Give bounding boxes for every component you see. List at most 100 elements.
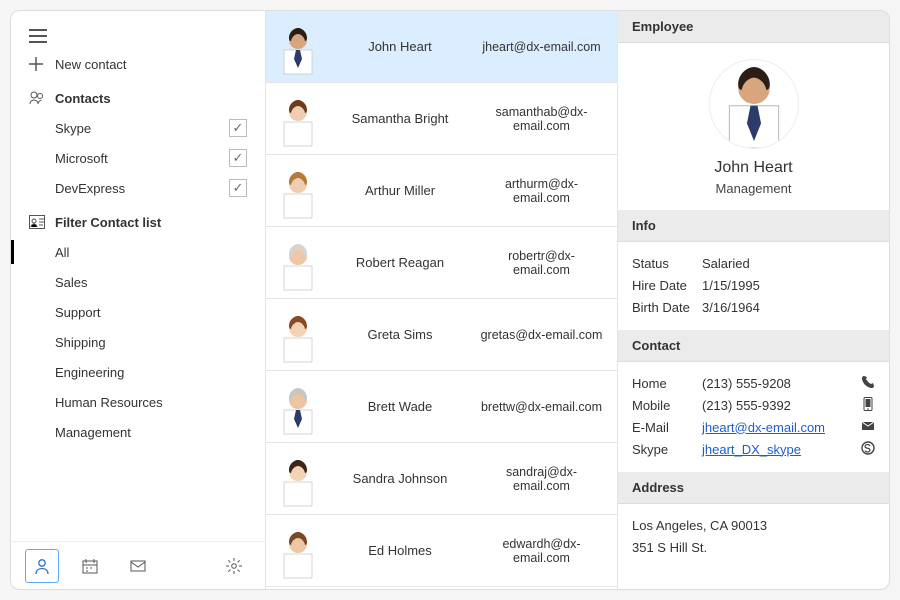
employee-hero: John Heart Management [618, 43, 889, 210]
calendar-icon [81, 557, 99, 575]
sidebar: New contact Contacts Skype✓Microsoft✓Dev… [11, 11, 266, 589]
skype-icon[interactable] [853, 441, 875, 458]
info-block: StatusSalaried Hire Date1/15/1995 Birth … [618, 242, 889, 330]
filter-label: Shipping [55, 335, 247, 350]
footer-settings-button[interactable] [217, 549, 251, 583]
phone-icon[interactable] [853, 375, 875, 392]
filter-label: Sales [55, 275, 247, 290]
app-frame: New contact Contacts Skype✓Microsoft✓Dev… [10, 10, 890, 590]
people-icon [29, 91, 55, 105]
sidebar-footer [11, 541, 265, 589]
address-section-header: Address [618, 472, 889, 504]
contact-avatar [276, 88, 320, 150]
contact-avatar [276, 160, 320, 222]
hire-date-value: 1/15/1995 [702, 278, 875, 293]
contact-avatar [276, 376, 320, 438]
contact-email: brettw@dx-email.com [480, 400, 607, 414]
filter-shipping[interactable]: Shipping [11, 327, 265, 357]
contact-row[interactable]: Robert Reaganrobertr@dx-email.com [266, 227, 617, 299]
info-section-header: Info [618, 210, 889, 242]
address-line1: Los Angeles, CA 90013 [632, 518, 875, 533]
contact-row[interactable]: Greta Simsgretas@dx-email.com [266, 299, 617, 371]
footer-contacts-button[interactable] [25, 549, 59, 583]
filter-engineering[interactable]: Engineering [11, 357, 265, 387]
home-value: (213) 555-9208 [702, 376, 853, 391]
filter-label: Engineering [55, 365, 247, 380]
mail-icon [129, 557, 147, 575]
filter-management[interactable]: Management [11, 417, 265, 447]
contact-email: sandraj@dx-email.com [480, 465, 607, 493]
contact-list: John Heartjheart@dx-email.comSamantha Br… [266, 11, 618, 589]
address-line2: 351 S Hill St. [632, 540, 875, 555]
home-label: Home [632, 376, 702, 391]
contact-section-header: Contact [618, 330, 889, 362]
id-card-icon [29, 215, 55, 229]
contact-block: Home (213) 555-9208 Mobile (213) 555-939… [618, 362, 889, 472]
filter-sales[interactable]: Sales [11, 267, 265, 297]
contacts-header[interactable]: Contacts [11, 83, 265, 113]
contact-email: jheart@dx-email.com [480, 40, 607, 54]
person-icon [33, 557, 51, 575]
plus-icon [29, 57, 55, 71]
envelope-icon[interactable] [853, 419, 875, 436]
contact-email: arthurm@dx-email.com [480, 177, 607, 205]
checkbox-icon[interactable]: ✓ [229, 179, 247, 197]
contact-name: Samantha Bright [320, 111, 480, 126]
sidebar-group-devexpress[interactable]: DevExpress✓ [11, 173, 265, 203]
contacts-header-label: Contacts [55, 91, 247, 106]
sidebar-group-skype[interactable]: Skype✓ [11, 113, 265, 143]
filter-header-label: Filter Contact list [55, 215, 247, 230]
mobile-icon[interactable] [853, 397, 875, 414]
contact-row[interactable]: Sandra Johnsonsandraj@dx-email.com [266, 443, 617, 515]
contact-avatar [276, 16, 320, 78]
sidebar-group-label: DevExpress [55, 181, 229, 196]
contact-email: gretas@dx-email.com [480, 328, 607, 342]
contact-avatar [276, 304, 320, 366]
menu-toggle[interactable] [11, 19, 265, 49]
contact-avatar [276, 232, 320, 294]
filter-label: Human Resources [55, 395, 247, 410]
contact-row[interactable]: Samantha Brightsamanthab@dx-email.com [266, 83, 617, 155]
employee-name: John Heart [714, 159, 792, 177]
contact-row[interactable]: Brett Wadebrettw@dx-email.com [266, 371, 617, 443]
filter-header[interactable]: Filter Contact list [11, 207, 265, 237]
new-contact-label: New contact [55, 57, 247, 72]
contact-email: robertr@dx-email.com [480, 249, 607, 277]
filter-support[interactable]: Support [11, 297, 265, 327]
sidebar-group-label: Skype [55, 121, 229, 136]
footer-mail-button[interactable] [121, 549, 155, 583]
filter-label: Management [55, 425, 247, 440]
skype-link[interactable]: jheart_DX_skype [702, 442, 801, 457]
email-link[interactable]: jheart@dx-email.com [702, 420, 825, 435]
contact-row[interactable]: Ed Holmesedwardh@dx-email.com [266, 515, 617, 587]
birth-date-label: Birth Date [632, 300, 702, 315]
contact-name: Greta Sims [320, 327, 480, 342]
contact-name: Sandra Johnson [320, 471, 480, 486]
filter-label: Support [55, 305, 247, 320]
contact-name: Robert Reagan [320, 255, 480, 270]
contact-name: John Heart [320, 39, 480, 54]
contact-row[interactable]: Arthur Millerarthurm@dx-email.com [266, 155, 617, 227]
employee-department: Management [716, 181, 792, 196]
contact-name: Brett Wade [320, 399, 480, 414]
contact-name: Arthur Miller [320, 183, 480, 198]
sidebar-group-microsoft[interactable]: Microsoft✓ [11, 143, 265, 173]
contact-avatar [276, 520, 320, 582]
checkbox-icon[interactable]: ✓ [229, 149, 247, 167]
checkbox-icon[interactable]: ✓ [229, 119, 247, 137]
hire-date-label: Hire Date [632, 278, 702, 293]
gear-icon [225, 557, 243, 575]
employee-section-header: Employee [618, 11, 889, 43]
address-block: Los Angeles, CA 90013 351 S Hill St. [618, 504, 889, 570]
mobile-value: (213) 555-9392 [702, 398, 853, 413]
new-contact-button[interactable]: New contact [11, 49, 265, 79]
contact-avatar [276, 448, 320, 510]
skype-label: Skype [632, 442, 702, 457]
footer-calendar-button[interactable] [73, 549, 107, 583]
detail-panel: Employee John Heart Management Info Stat… [618, 11, 889, 589]
employee-avatar [709, 59, 799, 149]
contact-row[interactable]: John Heartjheart@dx-email.com [266, 11, 617, 83]
filter-human-resources[interactable]: Human Resources [11, 387, 265, 417]
status-label: Status [632, 256, 702, 271]
filter-all[interactable]: All [11, 237, 265, 267]
